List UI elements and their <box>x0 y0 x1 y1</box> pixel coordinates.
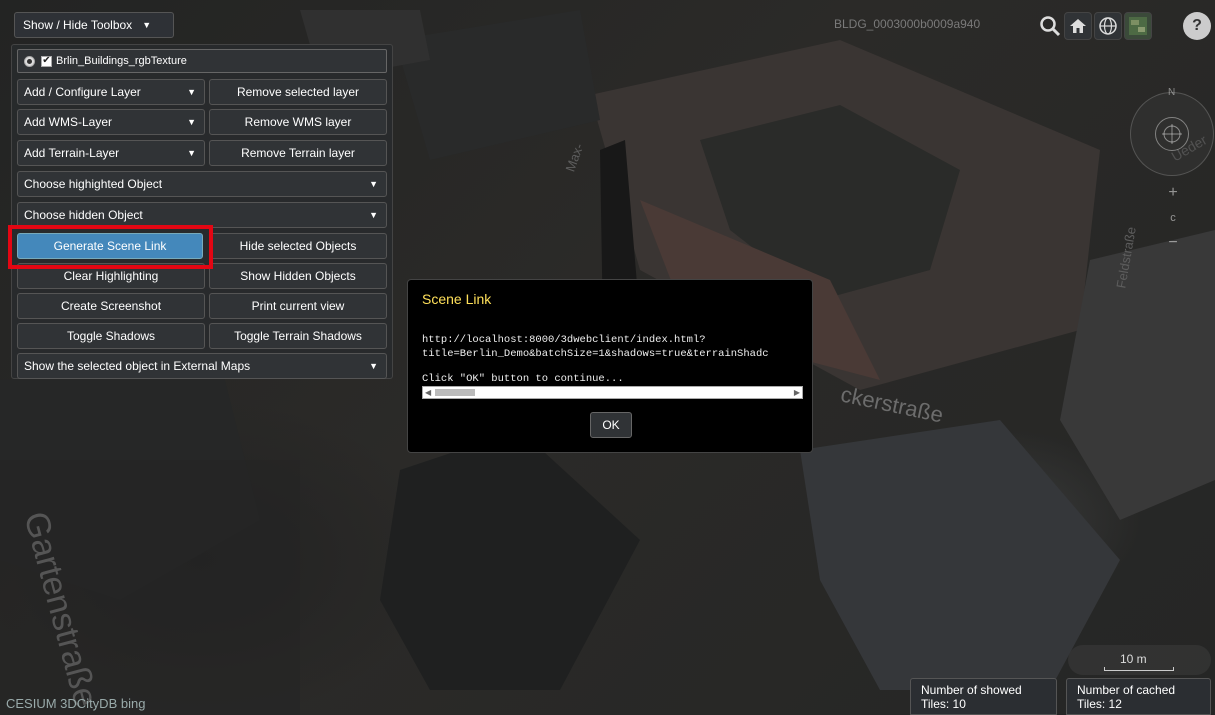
dialog-instruction: Click "OK" button to continue... <box>422 373 624 385</box>
add-configure-layer-select[interactable]: Add / Configure Layer ▼ <box>17 79 205 105</box>
scene-mode-button[interactable] <box>1094 12 1122 40</box>
reset-icon: c <box>1170 212 1176 224</box>
show-hidden-objects-button[interactable]: Show Hidden Objects <box>209 263 387 289</box>
scale-label: 10 m <box>1120 652 1147 666</box>
scene-link-url-line2[interactable]: title=Berlin_Demo&batchSize=1&shadows=tr… <box>422 348 769 360</box>
showed-tiles-value: Tiles: 10 <box>921 697 966 711</box>
showed-tiles-counter: Number of showed Tiles: 10 <box>910 678 1057 715</box>
distance-legend: 10 m <box>1068 645 1211 675</box>
generate-scene-link-label: Generate Scene Link <box>53 239 167 253</box>
remove-wms-layer-label: Remove WMS layer <box>244 115 352 129</box>
external-maps-label: Show the selected object in External Map… <box>24 359 251 373</box>
toggle-shadows-button[interactable]: Toggle Shadows <box>17 323 205 349</box>
print-current-view-button[interactable]: Print current view <box>209 293 387 319</box>
layer-radio-button[interactable] <box>24 55 35 67</box>
scene-link-dialog: Scene Link http://localhost:8000/3dwebcl… <box>407 279 813 453</box>
selected-object-id: BLDG_0003000b0009a940 <box>834 17 981 31</box>
remove-terrain-layer-label: Remove Terrain layer <box>241 146 355 160</box>
layer-list-item[interactable]: ✔ Brlin_Buildings_rgbTexture <box>17 49 387 73</box>
navigation-compass[interactable]: N <box>1130 87 1214 176</box>
scene-link-url-line1[interactable]: http://localhost:8000/3dwebclient/index.… <box>422 334 706 346</box>
scroll-right-icon[interactable]: ▶ <box>794 387 800 398</box>
chevron-down-icon: ▼ <box>187 117 196 127</box>
ok-button[interactable]: OK <box>590 412 632 438</box>
hide-selected-objects-label: Hide selected Objects <box>239 239 357 253</box>
chevron-down-icon: ▼ <box>142 20 152 30</box>
layer-name: Brlin_Buildings_rgbTexture <box>56 55 187 67</box>
base-layer-picker-button[interactable] <box>1124 12 1152 40</box>
help-button[interactable]: ? <box>1183 12 1211 40</box>
add-terrain-layer-select[interactable]: Add Terrain-Layer ▼ <box>17 140 205 166</box>
globe-icon <box>1099 17 1117 35</box>
toggle-terrain-shadows-label: Toggle Terrain Shadows <box>234 329 362 343</box>
horizontal-scrollbar[interactable]: ◀ ▶ <box>422 386 803 399</box>
building-dark-left <box>395 10 600 160</box>
cached-tiles-counter: Number of cached Tiles: 12 <box>1066 678 1211 715</box>
choose-hidden-object-label: Choose hidden Object <box>24 208 143 222</box>
zoom-in-icon: + <box>1168 184 1178 201</box>
clear-highlighting-button[interactable]: Clear Highlighting <box>17 263 205 289</box>
create-screenshot-button[interactable]: Create Screenshot <box>17 293 205 319</box>
chevron-down-icon: ▼ <box>369 361 378 371</box>
imagery-layers-icon <box>1129 17 1147 35</box>
remove-selected-layer-button[interactable]: Remove selected layer <box>209 79 387 105</box>
remove-selected-layer-label: Remove selected layer <box>236 85 360 99</box>
add-configure-layer-label: Add / Configure Layer <box>24 85 141 99</box>
building-church-roof <box>380 430 640 690</box>
zoom-reset-button[interactable]: c <box>1160 207 1186 229</box>
home-icon <box>1070 19 1086 33</box>
ok-label: OK <box>602 418 620 432</box>
help-icon: ? <box>1192 17 1202 34</box>
chevron-down-icon: ▼ <box>187 148 196 158</box>
chevron-down-icon: ▼ <box>369 210 378 220</box>
toggle-terrain-shadows-button[interactable]: Toggle Terrain Shadows <box>209 323 387 349</box>
remove-terrain-layer-button[interactable]: Remove Terrain layer <box>209 140 387 166</box>
show-hidden-objects-label: Show Hidden Objects <box>240 269 356 283</box>
remove-wms-layer-button[interactable]: Remove WMS layer <box>209 109 387 135</box>
zoom-out-button[interactable]: − <box>1160 232 1186 254</box>
zoom-out-icon: − <box>1168 234 1178 251</box>
clear-highlighting-label: Clear Highlighting <box>63 269 159 283</box>
zoom-in-button[interactable]: + <box>1160 182 1186 204</box>
cached-tiles-label: Number of cached <box>1077 683 1176 697</box>
print-current-view-label: Print current view <box>251 299 345 313</box>
search-button[interactable] <box>1036 12 1064 40</box>
scrollbar-thumb[interactable] <box>435 389 475 396</box>
chevron-down-icon: ▼ <box>187 87 196 97</box>
showed-tiles-label: Number of showed <box>921 683 1022 697</box>
external-maps-select[interactable]: Show the selected object in External Map… <box>17 353 387 379</box>
toolbox-panel: ✔ Brlin_Buildings_rgbTexture Add / Confi… <box>11 44 393 379</box>
toggle-shadows-label: Toggle Shadows <box>66 329 156 343</box>
north-label: N <box>1168 87 1176 98</box>
hide-selected-objects-button[interactable]: Hide selected Objects <box>209 233 387 259</box>
search-icon <box>1040 16 1061 37</box>
home-button[interactable] <box>1064 12 1092 40</box>
generate-scene-link-button[interactable]: Generate Scene Link <box>17 233 203 259</box>
imagery-credits[interactable]: CESIUM 3DCityDB bing <box>6 696 145 711</box>
toolbox-toggle-button[interactable]: Show / Hide Toolbox ▼ <box>14 12 174 38</box>
choose-hidden-object-select[interactable]: Choose hidden Object ▼ <box>17 202 387 228</box>
chevron-down-icon: ▼ <box>369 179 378 189</box>
layer-visibility-checkbox[interactable]: ✔ <box>41 55 52 67</box>
create-screenshot-label: Create Screenshot <box>60 299 162 313</box>
add-terrain-layer-label: Add Terrain-Layer <box>24 146 120 160</box>
choose-highlighted-object-label: Choose highighted Object <box>24 177 163 191</box>
toolbox-toggle-label: Show / Hide Toolbox <box>23 18 133 32</box>
compass-gyro-icon[interactable] <box>1155 117 1189 151</box>
scroll-left-icon[interactable]: ◀ <box>425 387 431 398</box>
add-wms-layer-select[interactable]: Add WMS-Layer ▼ <box>17 109 205 135</box>
choose-highlighted-object-select[interactable]: Choose highighted Object ▼ <box>17 171 387 197</box>
add-wms-layer-label: Add WMS-Layer <box>24 115 113 129</box>
cached-tiles-value: Tiles: 12 <box>1077 697 1122 711</box>
scale-bar-line <box>1104 667 1174 671</box>
dialog-title: Scene Link <box>422 291 492 307</box>
